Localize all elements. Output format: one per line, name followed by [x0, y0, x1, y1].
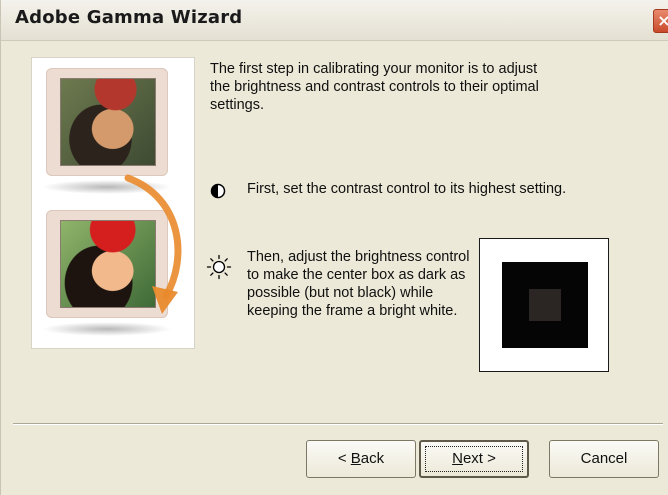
contrast-instruction: First, set the contrast control to its h…: [247, 181, 567, 197]
wizard-window: Adobe Gamma Wizard × The first step in c…: [0, 0, 668, 495]
calibration-illustration: [31, 57, 195, 349]
separator: [13, 423, 663, 425]
brightness-instruction: Then, adjust the brightness control to m…: [247, 249, 470, 319]
contrast-icon: [210, 183, 226, 199]
monitor-shadow: [42, 322, 172, 336]
intro-text: The first step in calibrating your monit…: [210, 61, 539, 113]
next-button[interactable]: Next >: [419, 440, 529, 478]
monitor-before: [46, 68, 168, 176]
back-prefix: <: [337, 450, 351, 467]
close-button[interactable]: ×: [653, 9, 668, 33]
focus-rectangle: [425, 446, 523, 472]
title-bar[interactable]: Adobe Gamma Wizard ×: [1, 0, 668, 41]
back-mnemonic: B: [350, 450, 361, 467]
curved-arrow-icon: [124, 174, 182, 314]
center-box: [529, 289, 561, 321]
window-title: Adobe Gamma Wizard: [15, 7, 243, 28]
portrait-dull-image: [60, 78, 156, 166]
back-label: ack: [360, 450, 385, 467]
sun-icon: [206, 254, 232, 280]
dark-box: [502, 262, 588, 348]
brightness-test-frame: [479, 238, 609, 372]
cancel-button[interactable]: Cancel: [549, 440, 659, 478]
back-button[interactable]: < Back: [306, 440, 416, 478]
